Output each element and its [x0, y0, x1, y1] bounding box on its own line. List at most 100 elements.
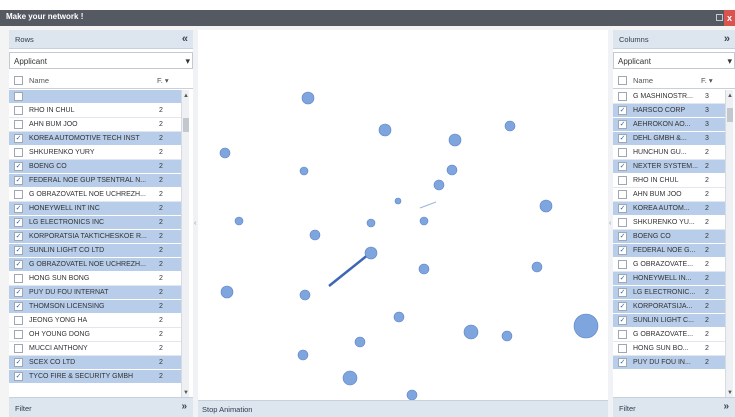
row-checkbox[interactable]: ✓ — [14, 246, 23, 255]
row-checkbox[interactable] — [618, 344, 627, 353]
row-checkbox[interactable] — [618, 330, 627, 339]
list-item[interactable]: G OBRAZOVATE... 2 — [613, 258, 725, 272]
list-item[interactable]: ✓ KOREA AUTOMOTIVE TECH INST 2 — [9, 132, 181, 146]
network-node[interactable] — [531, 261, 543, 273]
row-checkbox[interactable]: ✓ — [618, 316, 627, 325]
row-checkbox[interactable] — [618, 218, 627, 227]
network-node[interactable] — [299, 289, 311, 301]
list-item[interactable]: ✓ PUY DU FOU INTERNAT 2 — [9, 286, 181, 300]
row-checkbox[interactable]: ✓ — [618, 358, 627, 367]
list-item[interactable]: ✓ NEXTER SYSTEM... 2 — [613, 160, 725, 174]
list-item[interactable]: ✓ KOREA AUTOM... 2 — [613, 202, 725, 216]
collapse-right-icon[interactable]: » — [724, 32, 730, 46]
collapse-left-icon[interactable]: « — [182, 32, 188, 46]
row-checkbox[interactable]: ✓ — [618, 288, 627, 297]
row-checkbox[interactable] — [618, 148, 627, 157]
columns-field-select[interactable]: Applicant ▾ — [613, 52, 735, 69]
list-item[interactable]: HUNCHUN GU... 2 — [613, 146, 725, 160]
row-checkbox[interactable]: ✓ — [14, 162, 23, 171]
row-checkbox[interactable]: ✓ — [618, 162, 627, 171]
list-item[interactable]: ✓ FEDERAL NOE G... 2 — [613, 244, 725, 258]
row-checkbox[interactable] — [14, 92, 23, 101]
expand-filter-icon[interactable]: » — [181, 401, 187, 412]
network-graph[interactable] — [198, 30, 608, 400]
list-item[interactable]: ✓ HONEYWELL INT INC 2 — [9, 202, 181, 216]
columns-scrollbar[interactable]: ▲ ▼ — [725, 90, 733, 399]
row-checkbox[interactable]: ✓ — [618, 106, 627, 115]
scroll-down-icon[interactable]: ▼ — [182, 389, 190, 397]
row-checkbox[interactable]: ✓ — [14, 218, 23, 227]
list-item[interactable] — [9, 90, 181, 104]
column-frequency-header[interactable]: F. ▾ — [157, 76, 169, 85]
row-checkbox[interactable] — [618, 190, 627, 199]
row-checkbox[interactable]: ✓ — [14, 232, 23, 241]
rows-scrollbar[interactable]: ▲ ▼ — [181, 90, 189, 399]
list-item[interactable]: SHKURENKO YU... 2 — [613, 216, 725, 230]
restore-icon[interactable] — [716, 14, 723, 21]
list-item[interactable]: AHN BUM JOO 2 — [9, 118, 181, 132]
list-item[interactable]: MUCCI ANTHONY 2 — [9, 342, 181, 356]
list-item[interactable]: OH YOUNG DONG 2 — [9, 328, 181, 342]
list-item[interactable]: ✓ AEHROKON AO... 3 — [613, 118, 725, 132]
row-checkbox[interactable]: ✓ — [14, 134, 23, 143]
network-node[interactable] — [406, 389, 418, 400]
row-checkbox[interactable] — [14, 330, 23, 339]
scroll-up-icon[interactable]: ▲ — [182, 92, 190, 100]
list-item[interactable]: G OBRAZOVATE... 2 — [613, 328, 725, 342]
list-item[interactable]: ✓ TYCO FIRE & SECURITY GMBH 2 — [9, 370, 181, 384]
row-checkbox[interactable]: ✓ — [14, 260, 23, 269]
network-node[interactable] — [433, 179, 445, 191]
network-node[interactable] — [446, 164, 458, 176]
network-node[interactable] — [504, 120, 516, 132]
list-item[interactable]: ✓ SUNLIN LIGHT CO LTD 2 — [9, 244, 181, 258]
row-checkbox[interactable]: ✓ — [14, 204, 23, 213]
network-node[interactable] — [301, 91, 315, 105]
list-item[interactable]: ✓ THOMSON LICENSING 2 — [9, 300, 181, 314]
network-node[interactable] — [573, 313, 599, 339]
list-item[interactable]: SHKURENKO YURY 2 — [9, 146, 181, 160]
row-checkbox[interactable] — [618, 260, 627, 269]
row-checkbox[interactable]: ✓ — [618, 302, 627, 311]
column-name-header[interactable]: Name — [633, 76, 653, 85]
network-node[interactable] — [354, 336, 366, 348]
list-item[interactable]: G OBRAZOVATEL NOE UCHREZH... 2 — [9, 188, 181, 202]
list-item[interactable]: RHO IN CHUL 2 — [9, 104, 181, 118]
column-frequency-header[interactable]: F. ▾ — [701, 76, 713, 85]
network-node[interactable] — [309, 229, 321, 241]
row-checkbox[interactable] — [14, 274, 23, 283]
close-button[interactable]: x — [724, 10, 735, 26]
network-node[interactable] — [364, 246, 378, 260]
row-checkbox[interactable]: ✓ — [618, 274, 627, 283]
scroll-thumb[interactable] — [727, 108, 733, 122]
rows-filter-bar[interactable]: Filter » — [9, 397, 193, 417]
list-item[interactable]: ✓ LG ELECTRONIC... 2 — [613, 286, 725, 300]
list-item[interactable]: ✓ KORPORATSIA TAKTICHESKOE R... 2 — [9, 230, 181, 244]
network-node[interactable] — [463, 324, 479, 340]
network-node[interactable] — [393, 311, 405, 323]
row-checkbox[interactable]: ✓ — [618, 134, 627, 143]
stop-animation-button[interactable]: Stop Animation — [202, 405, 252, 414]
network-node[interactable] — [366, 218, 376, 228]
network-node[interactable] — [234, 216, 244, 226]
network-node[interactable] — [220, 285, 234, 299]
network-canvas[interactable]: Stop Animation — [198, 30, 608, 417]
scroll-thumb[interactable] — [183, 118, 189, 132]
row-checkbox[interactable]: ✓ — [618, 120, 627, 129]
list-item[interactable]: AHN BUM JOO 2 — [613, 188, 725, 202]
row-checkbox[interactable]: ✓ — [618, 246, 627, 255]
scroll-up-icon[interactable]: ▲ — [726, 92, 734, 100]
list-item[interactable]: ✓ PUY DU FOU IN... 2 — [613, 356, 725, 370]
list-item[interactable]: G MASHINOSTR... 3 — [613, 90, 725, 104]
list-item[interactable]: ✓ KORPORATSIJA... 2 — [613, 300, 725, 314]
scroll-down-icon[interactable]: ▼ — [726, 389, 734, 397]
list-item[interactable]: ✓ HARSCO CORP 3 — [613, 104, 725, 118]
row-checkbox[interactable] — [618, 176, 627, 185]
list-item[interactable]: ✓ LG ELECTRONICS INC 2 — [9, 216, 181, 230]
network-node[interactable] — [418, 263, 430, 275]
rows-field-select[interactable]: Applicant ▾ — [9, 52, 193, 69]
row-checkbox[interactable]: ✓ — [14, 372, 23, 381]
row-checkbox[interactable] — [14, 344, 23, 353]
network-node[interactable] — [297, 349, 309, 361]
network-node[interactable] — [394, 197, 402, 205]
expand-filter-icon[interactable]: » — [723, 401, 729, 412]
